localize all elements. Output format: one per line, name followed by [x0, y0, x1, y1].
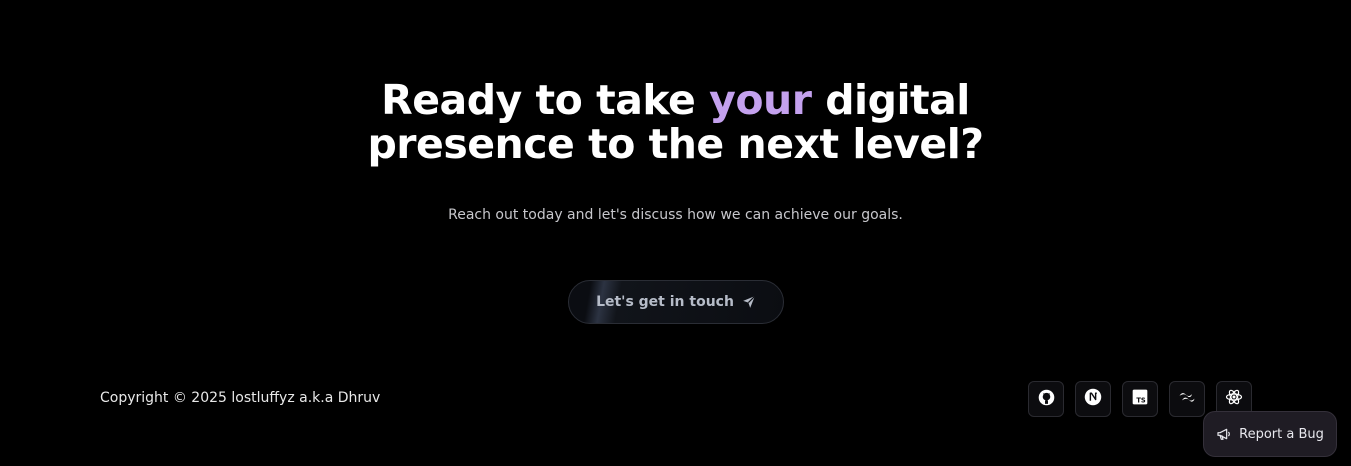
tailwind-icon — [1177, 387, 1197, 411]
react-icon — [1225, 388, 1243, 410]
megaphone-icon — [1216, 426, 1232, 442]
typescript-icon: TS — [1132, 389, 1148, 409]
report-bug-label: Report a Bug — [1239, 426, 1324, 442]
cta-label: Let's get in touch — [596, 294, 734, 310]
get-in-touch-button[interactable]: Let's get in touch — [568, 280, 784, 324]
copyright-text: Copyright © 2025 lostluffyz a.k.a Dhruv — [100, 390, 381, 406]
tailwind-link[interactable] — [1169, 381, 1205, 417]
github-link[interactable] — [1028, 381, 1064, 417]
page-title: Ready to take your digital presence to t… — [0, 78, 1351, 166]
headline-after: digital — [811, 76, 970, 124]
report-bug-button[interactable]: Report a Bug — [1203, 411, 1337, 457]
nextjs-link[interactable] — [1075, 381, 1111, 417]
contact-section: Ready to take your digital presence to t… — [0, 0, 1351, 466]
send-icon — [742, 295, 756, 309]
subtitle: Reach out today and let's discuss how we… — [448, 207, 903, 223]
typescript-glyph: TS — [1136, 397, 1146, 405]
nextjs-icon — [1084, 388, 1102, 410]
headline-line2: presence to the next level? — [367, 120, 984, 168]
typescript-link[interactable]: TS — [1122, 381, 1158, 417]
github-icon — [1038, 389, 1055, 410]
headline-highlight: your — [709, 76, 812, 124]
headline-before: Ready to take — [381, 76, 710, 124]
